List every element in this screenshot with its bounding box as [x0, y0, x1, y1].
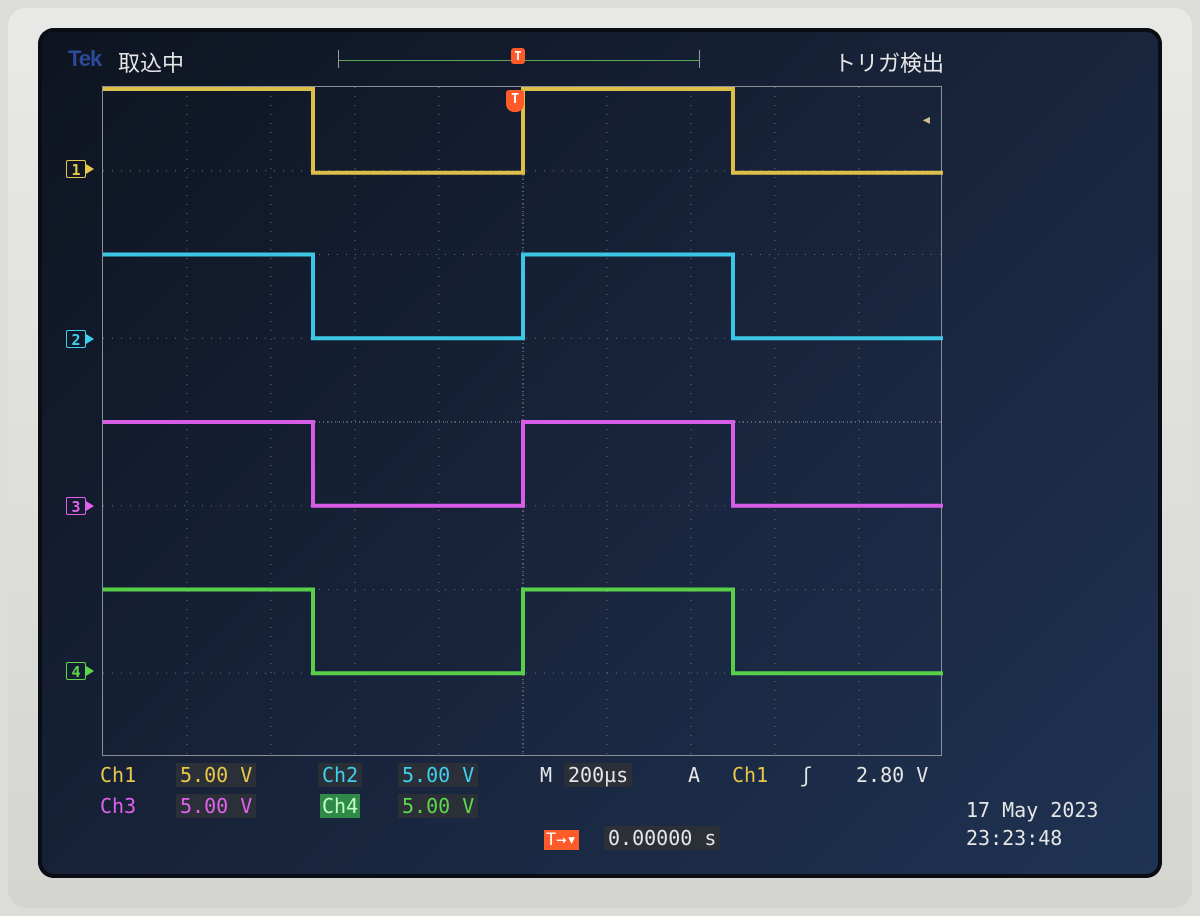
date-display: 17 May 2023: [966, 798, 1099, 822]
ch1-ground-marker[interactable]: 1: [66, 160, 94, 179]
ch3-waveform: [103, 420, 943, 508]
oscilloscope-display: Tek 取込中 T トリガ検出 T ◂ 1 2 3 4 Ch1 5.00 V C…: [38, 28, 1162, 878]
status-bar: Tek 取込中 T トリガ検出: [38, 46, 1162, 77]
record-view-bar: T: [338, 48, 700, 68]
trigger-source: Ch1: [732, 763, 769, 787]
waveform-plot: [103, 87, 943, 757]
ch2-ground-marker[interactable]: 2: [66, 330, 94, 349]
ch4-scale: 5.00 V: [398, 794, 479, 818]
trigger-position-icon: T→▾: [544, 830, 579, 850]
ch3-ground-marker[interactable]: 3: [66, 497, 94, 516]
ch1-label: Ch1: [100, 763, 137, 787]
brand-logo: Tek: [68, 46, 102, 71]
trigger-status: トリガ検出: [834, 52, 945, 77]
ch2-scale: 5.00 V: [398, 763, 479, 787]
trigger-position-marker[interactable]: T: [506, 90, 524, 112]
ch4-label: Ch4: [320, 794, 361, 818]
rising-edge-icon: ʃ: [800, 763, 813, 787]
trigger-level-arrow-icon[interactable]: ◂: [921, 109, 932, 130]
trigger-label: A: [688, 763, 701, 787]
ch2-waveform: [103, 252, 943, 341]
acquisition-status: 取込中: [118, 52, 185, 77]
ch3-label: Ch3: [100, 794, 137, 818]
graticule: [102, 86, 943, 757]
trigger-position-value: 0.00000 s: [604, 826, 721, 850]
trigger-point-marker-top: T: [511, 48, 525, 64]
ch4-waveform: [103, 587, 943, 676]
ch3-scale: 5.00 V: [176, 794, 257, 818]
trigger-level: 2.80 V: [856, 763, 929, 787]
time-display: 23:23:48: [966, 826, 1063, 850]
timebase-label: M: [540, 763, 553, 787]
trigger-position-symbol: T→▾: [544, 826, 579, 850]
ch4-ground-marker[interactable]: 4: [66, 662, 94, 681]
ch2-label: Ch2: [318, 763, 363, 787]
ch1-scale: 5.00 V: [176, 763, 257, 787]
timebase-value: 200µs: [564, 763, 633, 787]
